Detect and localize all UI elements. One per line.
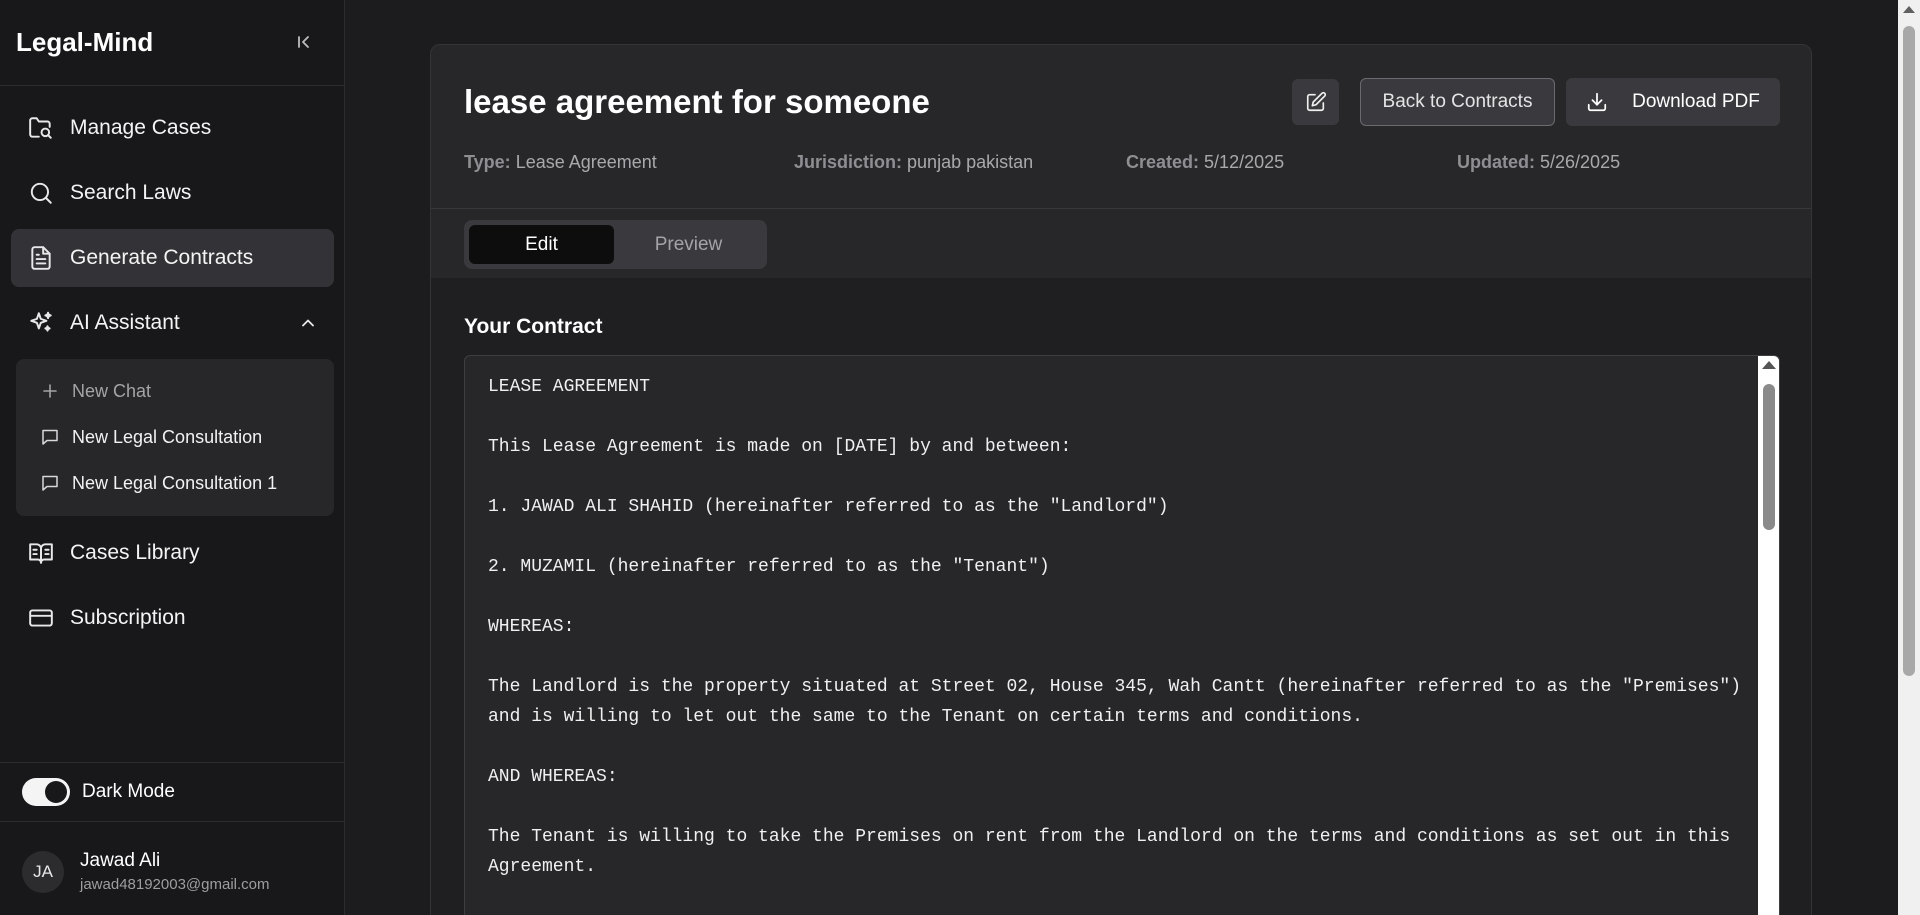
sidebar-item-label: Generate Contracts: [70, 246, 254, 269]
meta-jurisdiction-label: Jurisdiction:: [794, 152, 903, 172]
chevron-up-icon[interactable]: [298, 313, 318, 333]
user-email: jawad48192003@gmail.com: [80, 876, 270, 893]
avatar: JA: [22, 850, 64, 893]
scrollbar-thumb[interactable]: [1903, 26, 1915, 676]
dark-mode-label: Dark Mode: [82, 781, 175, 802]
new-chat-label: New Chat: [72, 380, 152, 401]
meta-type-value: Lease Agreement: [515, 152, 657, 172]
contract-card: lease agreement for someone Back to Cont…: [430, 44, 1812, 915]
sidebar-item-cases-library[interactable]: Cases Library: [11, 524, 334, 582]
meta-created-label: Created:: [1126, 152, 1200, 172]
sidebar-item-label: Subscription: [70, 606, 186, 629]
meta-updated: Updated: 5/26/2025: [1457, 152, 1620, 173]
user-profile[interactable]: JA Jawad Ali jawad48192003@gmail.com: [0, 828, 344, 915]
sidebar-item-search-laws[interactable]: Search Laws: [11, 164, 334, 222]
page-scrollbar[interactable]: [1898, 0, 1920, 915]
sidebar-header: Legal-Mind: [0, 0, 344, 86]
document-icon: [27, 244, 55, 272]
plus-icon: [40, 381, 60, 401]
ai-assistant-submenu: New Chat New Legal Consultation New Lega…: [16, 359, 334, 516]
sidebar-item-manage-cases[interactable]: Manage Cases: [11, 99, 334, 157]
meta-jurisdiction-value: punjab pakistan: [907, 152, 1034, 172]
main-content: lease agreement for someone Back to Cont…: [345, 0, 1920, 915]
tab-bar: Edit Preview: [431, 208, 1811, 278]
scrollbar-thumb[interactable]: [1763, 384, 1775, 530]
chat-item-label: New Legal Consultation 1: [72, 472, 278, 493]
sidebar-item-label: AI Assistant: [70, 311, 180, 334]
sidebar-nav: Manage Cases Search Laws Generate Contra…: [11, 99, 334, 654]
sidebar-item-generate-contracts[interactable]: Generate Contracts: [11, 229, 334, 287]
meta-jurisdiction: Jurisdiction: punjab pakistan: [794, 152, 1033, 173]
contract-body-text[interactable]: LEASE AGREEMENT This Lease Agreement is …: [488, 372, 1748, 882]
scroll-up-arrow-icon[interactable]: [1762, 361, 1776, 369]
chat-item[interactable]: New Legal Consultation 1: [16, 460, 334, 506]
contract-editor-section: Your Contract LEASE AGREEMENT This Lease…: [431, 278, 1811, 915]
meta-created-value: 5/12/2025: [1204, 152, 1285, 172]
meta-created: Created: 5/12/2025: [1126, 152, 1284, 173]
collapse-sidebar-icon[interactable]: [294, 32, 314, 52]
sparkles-icon: [27, 309, 55, 337]
edit-title-button[interactable]: [1292, 79, 1339, 125]
chat-item-label: New Legal Consultation: [72, 426, 263, 447]
sidebar: Legal-Mind Manage Cases Search Laws Gene…: [0, 0, 345, 915]
brand-logo[interactable]: Legal-Mind: [16, 27, 153, 58]
chat-item[interactable]: New Legal Consultation: [16, 414, 334, 460]
sidebar-item-label: Manage Cases: [70, 116, 212, 139]
edit-icon: [1306, 91, 1326, 112]
app-root: Legal-Mind Manage Cases Search Laws Gene…: [0, 0, 1920, 915]
meta-updated-label: Updated:: [1457, 152, 1535, 172]
dark-mode-row: Dark Mode: [0, 762, 344, 822]
user-name: Jawad Ali: [80, 850, 161, 871]
download-pdf-button[interactable]: Download PDF: [1566, 78, 1780, 126]
section-title: Your Contract: [464, 315, 603, 338]
sidebar-item-ai-assistant[interactable]: AI Assistant: [11, 294, 334, 352]
edit-preview-tabs: Edit Preview: [464, 220, 767, 269]
contract-textarea[interactable]: LEASE AGREEMENT This Lease Agreement is …: [464, 355, 1780, 915]
new-chat-button[interactable]: New Chat: [16, 368, 334, 414]
message-icon: [40, 427, 60, 447]
search-icon: [27, 179, 55, 207]
download-icon: [1586, 91, 1608, 113]
tab-preview[interactable]: Preview: [616, 225, 761, 264]
book-open-icon: [27, 539, 55, 567]
page-title: lease agreement for someone: [464, 83, 930, 120]
credit-card-icon: [27, 604, 55, 632]
sidebar-item-label: Cases Library: [70, 541, 200, 564]
meta-type: Type: Lease Agreement: [464, 152, 657, 173]
tab-edit[interactable]: Edit: [469, 225, 614, 264]
sidebar-item-subscription[interactable]: Subscription: [11, 589, 334, 647]
message-icon: [40, 473, 60, 493]
scroll-up-arrow-icon[interactable]: [1903, 6, 1915, 13]
meta-updated-value: 5/26/2025: [1540, 152, 1621, 172]
download-pdf-label: Download PDF: [1632, 91, 1760, 112]
dark-mode-toggle[interactable]: [22, 778, 70, 806]
meta-type-label: Type:: [464, 152, 511, 172]
back-to-contracts-button[interactable]: Back to Contracts: [1360, 78, 1555, 126]
sidebar-item-label: Search Laws: [70, 181, 192, 204]
textarea-scrollbar[interactable]: [1758, 356, 1779, 915]
folder-search-icon: [27, 114, 55, 142]
